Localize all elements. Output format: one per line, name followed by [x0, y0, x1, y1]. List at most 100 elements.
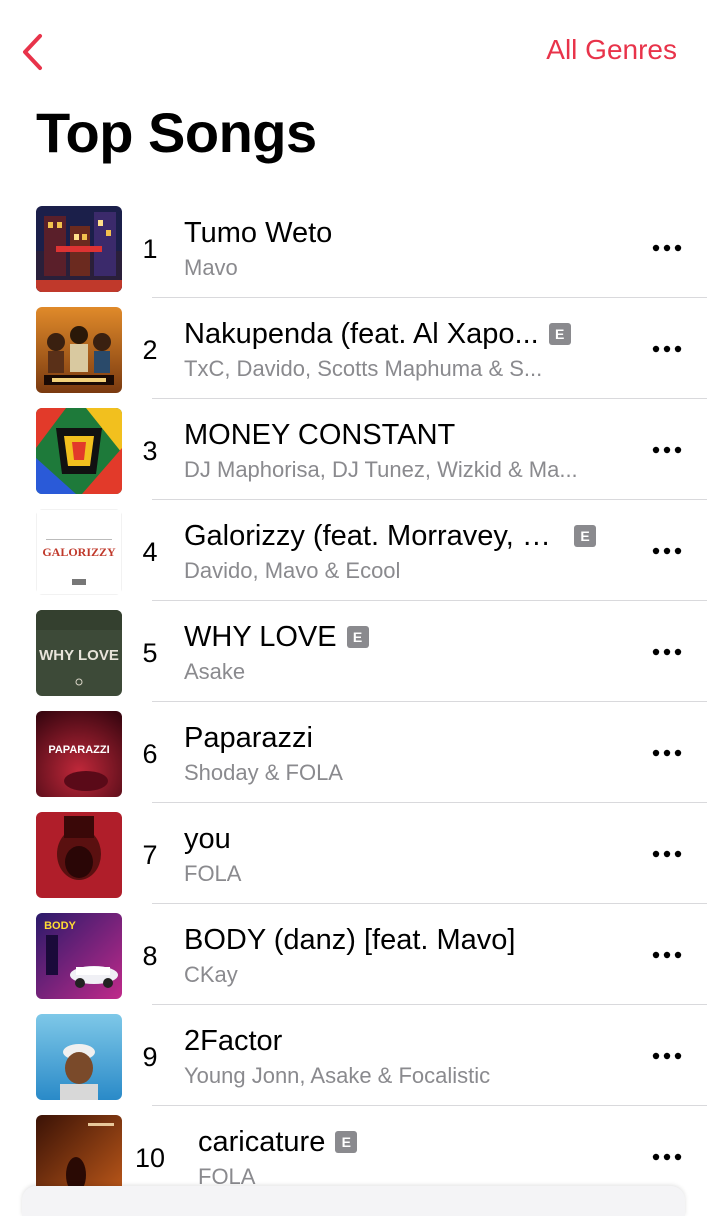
album-art-text: GALORIZZY: [42, 545, 116, 559]
song-rank: 5: [142, 637, 158, 668]
row-divider: [152, 903, 707, 904]
song-rank: 1: [142, 233, 158, 264]
song-title: caricature: [198, 1125, 326, 1158]
song-row[interactable]: PAPARAZZI 6 Paparazzi Shoday & FOLA: [0, 708, 707, 809]
ellipsis-icon: [652, 446, 682, 454]
song-title: Tumo Weto: [184, 216, 333, 249]
song-row[interactable]: 9 2Factor Young Jonn, Asake & Focalistic: [0, 1011, 707, 1112]
song-info: Tumo Weto Mavo: [184, 213, 634, 281]
song-title: Nakupenda (feat. Al Xapo...: [184, 317, 539, 350]
song-rank: 7: [142, 839, 158, 870]
mini-player-bar[interactable]: [22, 1186, 685, 1216]
explicit-badge: E: [548, 323, 571, 345]
song-artist: TxC, Davido, Scotts Maphuma & S...: [184, 356, 543, 381]
album-artwork: GALORIZZY: [36, 509, 122, 595]
album-art-text: BODY: [44, 920, 76, 932]
song-info: caricature E FOLA: [198, 1122, 648, 1190]
explicit-badge: E: [335, 1131, 358, 1153]
song-info: you FOLA: [184, 819, 634, 887]
song-artist: Davido, Mavo & Ecool: [184, 558, 401, 583]
song-row[interactable]: 1 Tumo Weto Mavo: [0, 203, 707, 304]
all-genres-button[interactable]: All Genres: [546, 34, 677, 66]
album-artwork: [36, 408, 122, 494]
row-divider: [152, 1004, 707, 1005]
song-artist: Shoday & FOLA: [184, 760, 343, 785]
row-divider: [152, 499, 707, 500]
song-title: 2Factor: [184, 1024, 283, 1057]
song-title: Galorizzy (feat. Morravey, S...: [184, 519, 564, 552]
row-divider: [152, 600, 707, 601]
ellipsis-icon: [652, 850, 682, 858]
row-divider: [152, 1105, 707, 1106]
song-rank: 9: [142, 1041, 158, 1072]
album-art-text: WHY LOVE: [39, 647, 119, 664]
ellipsis-icon: [652, 547, 682, 555]
explicit-badge: E: [346, 626, 369, 648]
song-info: BODY (danz) [feat. Mavo] CKay: [184, 920, 634, 988]
song-artist: CKay: [184, 962, 238, 987]
ellipsis-icon: [652, 749, 682, 757]
album-artwork: [36, 206, 122, 292]
more-options-button[interactable]: [645, 1142, 689, 1172]
song-list: 1 Tumo Weto Mavo 2 Nakupenda (feat. Al X…: [0, 203, 707, 1213]
more-options-button[interactable]: [645, 1041, 689, 1071]
row-divider: [152, 802, 707, 803]
song-rank: 4: [142, 536, 158, 567]
ellipsis-icon: [652, 1153, 682, 1161]
song-info: Galorizzy (feat. Morravey, S... E Davido…: [184, 516, 634, 584]
song-artist: Asake: [184, 659, 246, 684]
ellipsis-icon: [652, 951, 682, 959]
album-artwork: [36, 307, 122, 393]
row-divider: [152, 398, 707, 399]
album-artwork: WHY LOVE: [36, 610, 122, 696]
song-row[interactable]: 7 you FOLA: [0, 809, 707, 910]
song-title: BODY (danz) [feat. Mavo]: [184, 923, 516, 956]
ellipsis-icon: [652, 648, 682, 656]
more-options-button[interactable]: [645, 435, 689, 465]
song-artist: FOLA: [184, 861, 242, 886]
song-info: MONEY CONSTANT DJ Maphorisa, DJ Tunez, W…: [184, 415, 634, 483]
more-options-button[interactable]: [645, 233, 689, 263]
song-artist: Mavo: [184, 255, 238, 280]
song-row[interactable]: 2 Nakupenda (feat. Al Xapo... E TxC, Dav…: [0, 304, 707, 405]
ellipsis-icon: [652, 345, 682, 353]
song-row[interactable]: GALORIZZY 4 Galorizzy (feat. Morravey, S…: [0, 506, 707, 607]
page-title: Top Songs: [36, 101, 317, 164]
song-info: 2Factor Young Jonn, Asake & Focalistic: [184, 1021, 634, 1089]
more-options-button[interactable]: [645, 839, 689, 869]
chevron-left-icon: [23, 34, 42, 70]
song-row[interactable]: WHY LOVE 5 WHY LOVE E Asake: [0, 607, 707, 708]
song-rank: 2: [142, 334, 158, 365]
row-divider: [152, 297, 707, 298]
song-row[interactable]: 3 MONEY CONSTANT DJ Maphorisa, DJ Tunez,…: [0, 405, 707, 506]
song-info: Paparazzi Shoday & FOLA: [184, 718, 634, 786]
ellipsis-icon: [652, 244, 682, 252]
album-artwork: [36, 812, 122, 898]
album-artwork: PAPARAZZI: [36, 711, 122, 797]
navigation-bar: All Genres: [0, 0, 707, 100]
more-options-button[interactable]: [645, 536, 689, 566]
song-title: WHY LOVE: [184, 620, 337, 653]
ellipsis-icon: [652, 1052, 682, 1060]
song-title: MONEY CONSTANT: [184, 418, 456, 451]
song-rank: 8: [142, 940, 158, 971]
explicit-badge: E: [574, 525, 596, 547]
song-title: you: [184, 822, 231, 855]
row-divider: [152, 701, 707, 702]
song-row[interactable]: BODY 8 BODY (danz) [feat. Mavo] CKay: [0, 910, 707, 1011]
album-artwork: BODY: [36, 913, 122, 999]
more-options-button[interactable]: [645, 637, 689, 667]
more-options-button[interactable]: [645, 738, 689, 768]
song-title: Paparazzi: [184, 721, 313, 754]
song-artist: DJ Maphorisa, DJ Tunez, Wizkid & Ma...: [184, 457, 578, 482]
song-info: Nakupenda (feat. Al Xapo... E TxC, David…: [184, 314, 634, 382]
back-button[interactable]: [12, 30, 52, 74]
song-rank: 6: [142, 738, 158, 769]
song-artist: Young Jonn, Asake & Focalistic: [184, 1063, 491, 1088]
song-rank: 3: [142, 435, 158, 466]
album-art-text: PAPARAZZI: [48, 744, 109, 756]
more-options-button[interactable]: [645, 940, 689, 970]
more-options-button[interactable]: [645, 334, 689, 364]
album-artwork: [36, 1014, 122, 1100]
song-info: WHY LOVE E Asake: [184, 617, 634, 685]
